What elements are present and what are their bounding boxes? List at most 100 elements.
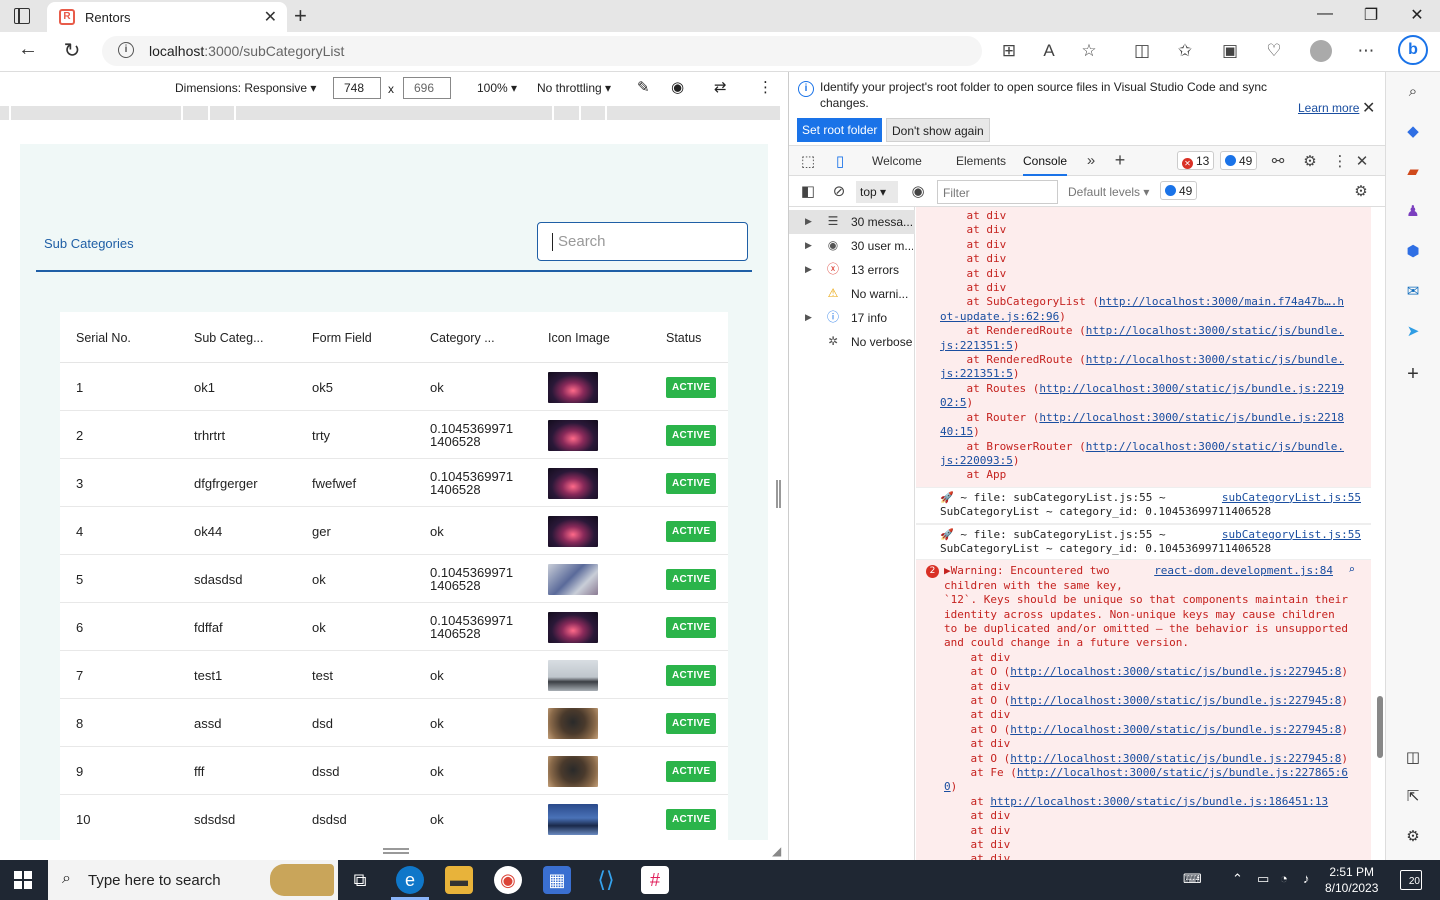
chrome-app-icon[interactable]: ◉	[494, 866, 522, 894]
context-select[interactable]: top ▾	[856, 181, 898, 203]
bing-copilot-icon[interactable]: b	[1398, 35, 1428, 65]
tools-icon[interactable]: ▰	[1403, 162, 1423, 182]
vision-icon[interactable]: ◉	[671, 78, 684, 96]
browser-tab[interactable]: R Rentors ✕	[47, 2, 287, 32]
dont-show-again-button[interactable]: Don't show again	[886, 118, 990, 142]
clear-console-icon[interactable]: ⊘	[829, 182, 849, 200]
icon-image-thumbnail[interactable]	[548, 563, 598, 595]
source-link[interactable]: js:221351:5	[940, 339, 1013, 352]
more-menu-icon[interactable]: ⋯	[1355, 41, 1377, 61]
table-row[interactable]: 4 ok44 ger ok ACTIVE	[60, 507, 728, 555]
search-input[interactable]: Search	[537, 222, 748, 261]
info-count-badge[interactable]: 49	[1220, 151, 1258, 170]
source-link[interactable]: http://localhost:3000/static/js/bundle.j…	[1017, 766, 1348, 779]
url-field[interactable]: i localhost:3000/subCategoryList	[102, 36, 982, 66]
source-link[interactable]: js:220093:5	[940, 454, 1013, 467]
collections-icon[interactable]: ▣	[1219, 41, 1241, 61]
source-link[interactable]: http://localhost:3000/static/js/bundle.	[1086, 324, 1344, 337]
resize-width-handle[interactable]	[776, 480, 781, 508]
table-row[interactable]: 8 assd dsd ok ACTIVE	[60, 699, 728, 747]
status-badge[interactable]: ACTIVE	[666, 376, 717, 398]
expand-arrow-icon[interactable]: ▶	[805, 264, 812, 275]
table-row[interactable]: 3 dfgfrgerger fwefwef 0.1045369971 1406528 AC…	[60, 459, 728, 507]
volume-icon[interactable]: ♪	[1303, 871, 1310, 886]
connect-icon[interactable]: ⚯	[1268, 152, 1288, 170]
console-sidebar-item[interactable]: ▶ ⓧ 13 errors	[789, 258, 915, 282]
icon-image-thumbnail[interactable]	[548, 371, 598, 403]
table-row[interactable]: 6 fdffaf ok 0.1045369971 1406528 ACTIVE	[60, 603, 728, 651]
default-levels-select[interactable]: Default levels ▾	[1068, 185, 1149, 199]
expand-arrow-icon[interactable]: ▶	[805, 312, 812, 323]
search-icon[interactable]: ⌕	[1348, 563, 1355, 577]
resize-height-handle[interactable]	[383, 848, 409, 854]
console-sidebar-item[interactable]: ▶ ☰ 30 messa...	[789, 210, 915, 234]
task-view-icon[interactable]: ⧉	[346, 866, 374, 894]
column-header[interactable]: Form Field	[312, 312, 372, 363]
source-link[interactable]: 0	[944, 780, 951, 793]
keyboard-icon[interactable]: ⌨	[1183, 871, 1202, 887]
dimensions-select[interactable]: Dimensions: Responsive ▾	[175, 81, 316, 95]
source-link[interactable]: js:221351:5	[940, 367, 1013, 380]
table-row[interactable]: 5 sdasdsd ok 0.1045369971 1406528 ACTIVE	[60, 555, 728, 603]
minimize-icon[interactable]: —	[1302, 5, 1348, 23]
status-badge[interactable]: ACTIVE	[666, 808, 717, 830]
source-link[interactable]: http://localhost:3000/main.f74a47b….h	[1099, 295, 1344, 308]
favorites-icon[interactable]: ✩	[1174, 41, 1196, 61]
external-link-icon[interactable]: ⇱	[1403, 787, 1423, 807]
table-row[interactable]: 2 trhrtrt trty 0.1045369971 1406528 ACTIVE	[60, 411, 728, 459]
zoom-select[interactable]: 100% ▾	[477, 81, 517, 95]
device-toggle-icon[interactable]: ▯	[830, 152, 850, 170]
device-more-icon[interactable]: ⋮	[758, 78, 773, 96]
media-query-ruler[interactable]	[0, 104, 788, 122]
source-link[interactable]: http://localhost:3000/static/js/bundle.j…	[1039, 382, 1344, 395]
send-icon[interactable]: ➤	[1403, 322, 1423, 342]
more-tabs-icon[interactable]: »	[1081, 152, 1101, 169]
source-link[interactable]: 40:15	[940, 425, 973, 438]
read-aloud-icon[interactable]: A	[1038, 41, 1060, 61]
customize-icon[interactable]: ⋮	[1330, 152, 1350, 170]
status-badge[interactable]: ACTIVE	[666, 664, 717, 686]
source-link[interactable]: http://localhost:3000/static/js/bundle.j…	[1010, 752, 1341, 765]
source-link[interactable]: subCategoryList.js:55	[1222, 491, 1361, 505]
column-header[interactable]: Status	[666, 312, 701, 363]
office-icon[interactable]: ⬢	[1403, 242, 1423, 262]
console-sidebar-item[interactable]: ⚠ No warni...	[789, 282, 915, 306]
icon-image-thumbnail[interactable]	[548, 515, 598, 547]
sidebar-settings-icon[interactable]: ⚙	[1403, 827, 1423, 847]
column-header[interactable]: Icon Image	[548, 312, 610, 363]
status-badge[interactable]: ACTIVE	[666, 472, 717, 494]
expand-arrow-icon[interactable]: ▶	[944, 564, 951, 577]
source-link[interactable]: http://localhost:3000/static/js/bundle.j…	[990, 795, 1328, 808]
file-explorer-icon[interactable]: ▬	[445, 866, 473, 894]
source-link[interactable]: http://localhost:3000/static/js/bundle.j…	[1010, 665, 1341, 678]
levels-count-badge[interactable]: 49	[1160, 181, 1198, 200]
source-link[interactable]: ot-update.js:62:96	[940, 310, 1059, 323]
throttling-select[interactable]: No throttling ▾	[537, 81, 611, 95]
source-link[interactable]: http://localhost:3000/static/js/bundle.j…	[1010, 694, 1341, 707]
games-icon[interactable]: ♟	[1403, 202, 1423, 222]
icon-image-thumbnail[interactable]	[548, 803, 598, 835]
expand-arrow-icon[interactable]: ▶	[805, 216, 812, 227]
console-sidebar-item[interactable]: ▶ ◉ 30 user m...	[789, 234, 915, 258]
close-window-icon[interactable]: ✕	[1394, 5, 1440, 25]
column-header[interactable]: Sub Categ...	[194, 312, 264, 363]
browser-essentials-icon[interactable]: ♡	[1263, 41, 1285, 61]
inspect-icon[interactable]: ⬚	[798, 152, 818, 170]
console-sidebar-item[interactable]: ▶ ⓘ 17 info	[789, 306, 915, 330]
icon-image-thumbnail[interactable]	[548, 467, 598, 499]
expand-arrow-icon[interactable]: ▶	[805, 240, 812, 251]
width-input[interactable]: 748	[333, 77, 381, 99]
resize-corner-handle[interactable]: ◢	[772, 844, 781, 858]
source-link[interactable]: http://localhost:3000/static/js/bundle.	[1086, 440, 1344, 453]
source-link[interactable]: http://localhost:3000/static/js/bundle.j…	[1010, 723, 1341, 736]
sidebar-layout-icon[interactable]: ◫	[1403, 748, 1423, 768]
status-badge[interactable]: ACTIVE	[666, 616, 717, 638]
table-row[interactable]: 10 sdsdsd dsdsd ok ACTIVE	[60, 795, 728, 840]
console-sidebar-item[interactable]: ✲ No verbose	[789, 330, 915, 354]
tab-elements[interactable]: Elements	[956, 154, 1006, 168]
tab-close-icon[interactable]: ✕	[264, 7, 277, 27]
url-text[interactable]: localhost:3000/subCategoryList	[149, 43, 344, 59]
add-sidebar-app-icon[interactable]: +	[1403, 364, 1423, 384]
tab-welcome[interactable]: Welcome	[872, 154, 922, 168]
icon-image-thumbnail[interactable]	[548, 419, 598, 451]
